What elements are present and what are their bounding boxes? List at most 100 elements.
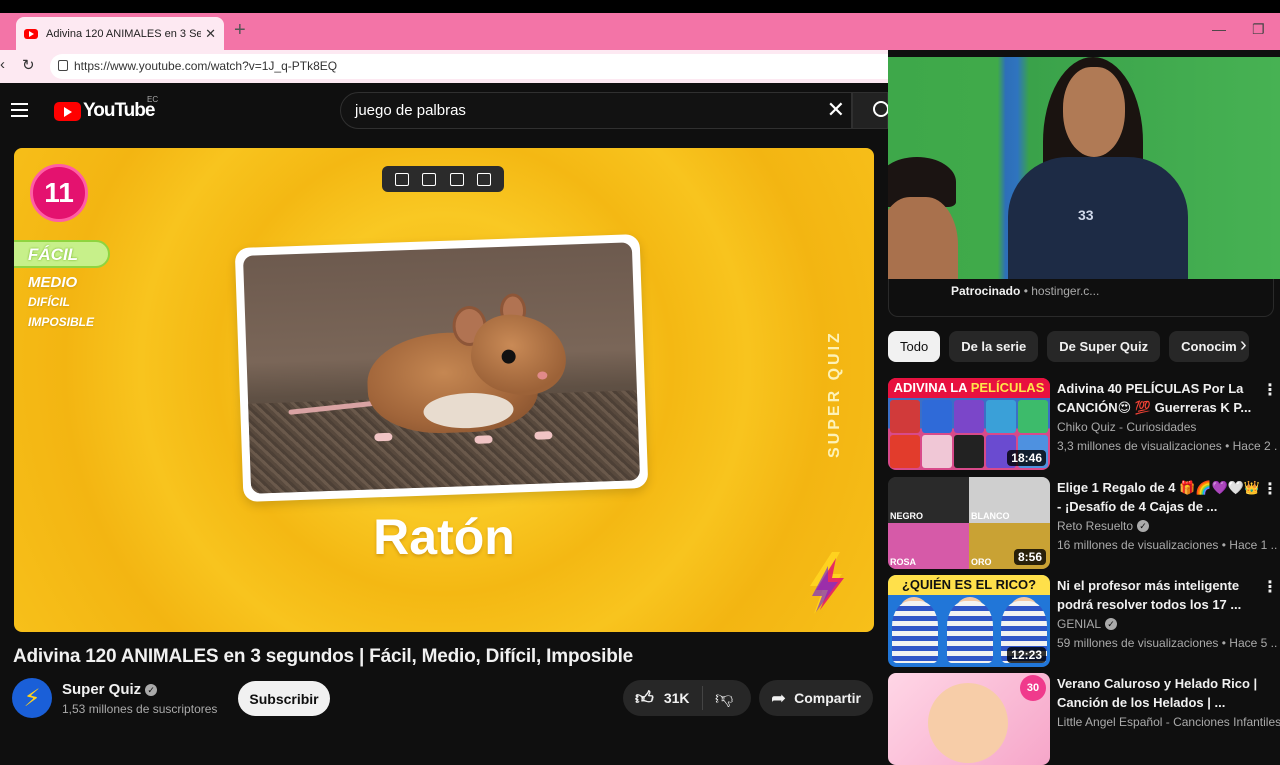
rec-title[interactable]: Adivina 40 PELÍCULAS Por La CANCIÓN😍 💯 G… [1057,379,1262,417]
pip-icon[interactable] [394,172,409,186]
thumbs-down-icon: 👎︎ [715,688,734,708]
mouse-photo [242,242,641,494]
browser-tab-strip: Adivina 120 ANIMALES en 3 Segur ✕ + — ❐ [0,13,1280,50]
chevron-right-icon[interactable]: › [1240,334,1247,357]
video-thumbnail[interactable]: ¿QUIÉN ES EL RICO? 12:23 [888,575,1050,667]
chip-de-la-serie[interactable]: De la serie [949,331,1039,362]
sponsored-label: Patrocinado [951,284,1021,298]
more-options-icon[interactable]: ⋮ [1262,577,1278,597]
list-item[interactable]: NEGRO BLANCO ROSA ORO 8:56 Elige 1 Regal… [888,477,1280,569]
duration-badge: 12:23 [1007,647,1046,663]
sponsored-ad[interactable]: Patrocinado • hostinger.c... [888,279,1274,317]
quadrant-label: ROSA [888,523,969,569]
browser-tab[interactable]: Adivina 120 ANIMALES en 3 Segur ✕ [16,17,224,50]
super-quiz-watermark: SUPER QUIZ [826,330,843,458]
youtube-logo[interactable]: YouTube EC [54,95,158,122]
list-item[interactable]: ADIVINA LA PELÍCULAS 18:46 Adivina 40 PE… [888,378,1280,470]
thumbnail-band: ADIVINA LA PELÍCULAS [888,378,1050,398]
video-thumbnail[interactable]: ADIVINA LA PELÍCULAS 18:46 [888,378,1050,470]
url-text: https://www.youtube.com/watch?v=1J_q-PTk… [74,59,338,73]
youtube-favicon-icon [24,28,38,39]
rec-channel[interactable]: Chiko Quiz - Curiosidades [1057,420,1196,434]
quadrant-label: BLANCO [969,477,1050,523]
verified-icon: ✓ [145,684,158,696]
quadrant-label: NEGRO [888,477,969,523]
duration-badge: 8:56 [1013,549,1046,565]
notes-icon[interactable] [449,172,464,186]
video-thumbnail[interactable]: NEGRO BLANCO ROSA ORO 8:56 [888,477,1050,569]
list-item[interactable]: ¿QUIÉN ES EL RICO? 12:23 Ni el profesor … [888,575,1280,667]
more-options-icon[interactable]: ⋮ [1262,380,1278,400]
clear-search-icon[interactable]: ✕ [827,97,845,123]
country-code: EC [147,95,159,104]
chip-conocimiento[interactable]: Conocim [1169,331,1249,362]
reload-icon[interactable]: ↻ [22,56,35,74]
rec-title[interactable]: Verano Caluroso y Helado Rico | Canción … [1057,674,1262,712]
lightning-bolt-icon [810,552,844,614]
site-info-icon[interactable] [58,60,68,71]
webcam-overlay: 33 [888,57,1280,279]
list-item[interactable]: 30 Verano Caluroso y Helado Rico | Canci… [888,673,1280,765]
level-dificil: DIFÍCIL [28,295,70,309]
search-button[interactable] [852,92,889,129]
verified-icon: ✓ [1137,520,1150,532]
translate-icon[interactable] [477,172,492,186]
video-title: Adivina 120 ANIMALES en 3 segundos | Fác… [13,646,634,667]
rec-meta: 3,3 millones de visualizaciones • Hace 2… [1057,439,1277,453]
channel-avatar[interactable]: ⚡ [12,678,52,718]
level-imposible: IMPOSIBLE [28,315,95,329]
video-overlay-toolbar [382,166,504,192]
rec-meta: 59 millones de visualizaciones • Hace 5 … [1057,636,1277,650]
logo-text: YouTube [83,100,155,121]
address-bar: ‹ ↻ https://www.youtube.com/watch?v=1J_q… [0,50,888,83]
thumbs-up-icon: 👍︎ [635,688,654,708]
subscriber-count: 1,53 millones de suscriptores [62,702,218,716]
like-button[interactable]: 👍︎ 31K [623,686,703,710]
search-icon [873,101,889,117]
subscribe-button[interactable]: Subscribir [238,681,330,716]
screen-top-bar [0,0,1280,13]
rec-channel[interactable]: Reto Resuelto ✓ [1057,519,1150,533]
tab-title: Adivina 120 ANIMALES en 3 Segur [46,27,202,40]
chip-de-super-quiz[interactable]: De Super Quiz [1047,331,1161,362]
share-button[interactable]: ➦ Compartir [759,680,873,716]
chip-todo[interactable]: Todo [888,331,941,362]
rec-channel[interactable]: Little Angel Español - Canciones Infanti… [1057,715,1280,729]
like-dislike-group: 👍︎ 31K 👎︎ [623,680,751,716]
channel-name[interactable]: Super Quiz ✓ [62,681,158,698]
animal-name-label: Ratón [373,509,515,565]
more-options-icon[interactable]: ⋮ [1262,479,1278,499]
youtube-play-icon [54,101,81,121]
back-arrow-icon[interactable]: ‹ [0,56,5,73]
thumbnail-badge: 30 [1020,675,1046,701]
share-label: Compartir [794,690,861,706]
verified-icon: ✓ [1105,618,1118,630]
video-player[interactable]: 11 FÁCIL MEDIO DIFÍCIL IMPOSIBLE Ratón S… [14,148,874,632]
duration-badge: 18:46 [1007,450,1046,466]
level-facil: FÁCIL [14,240,110,268]
rec-channel[interactable]: GENIAL ✓ [1057,617,1118,631]
restore-button[interactable]: ❐ [1252,21,1265,38]
question-number-badge: 11 [30,164,88,222]
hamburger-menu-icon[interactable] [11,103,28,121]
url-field[interactable]: https://www.youtube.com/watch?v=1J_q-PTk… [50,54,888,79]
search-box[interactable]: juego de palbras ✕ [340,92,852,129]
dislike-button[interactable]: 👎︎ [703,687,743,709]
play-box-icon[interactable] [422,172,437,186]
thumbnail-band: ¿QUIÉN ES EL RICO? [888,575,1050,595]
close-tab-icon[interactable]: ✕ [205,26,216,42]
rec-title[interactable]: Ni el profesor más inteligente podrá res… [1057,576,1262,614]
minimize-button[interactable]: — [1212,21,1226,37]
like-count: 31K [663,690,690,706]
rec-meta: 16 millones de visualizaciones • Hace 1 … [1057,538,1277,552]
filter-chips: Todo De la serie De Super Quiz Conocim [888,331,1258,363]
new-tab-button[interactable]: + [234,19,246,42]
channel-name-text[interactable]: Super Quiz [62,681,141,698]
video-thumbnail[interactable]: 30 [888,673,1050,765]
share-icon: ➦ [771,687,787,708]
level-medio: MEDIO [28,274,78,291]
rec-title[interactable]: Elige 1 Regalo de 4 🎁🌈💜🤍👑 - ¡Desafío de … [1057,478,1262,516]
shirt-number: 33 [1078,207,1094,223]
animal-photo-card [234,234,649,502]
search-input[interactable]: juego de palbras [355,102,466,119]
